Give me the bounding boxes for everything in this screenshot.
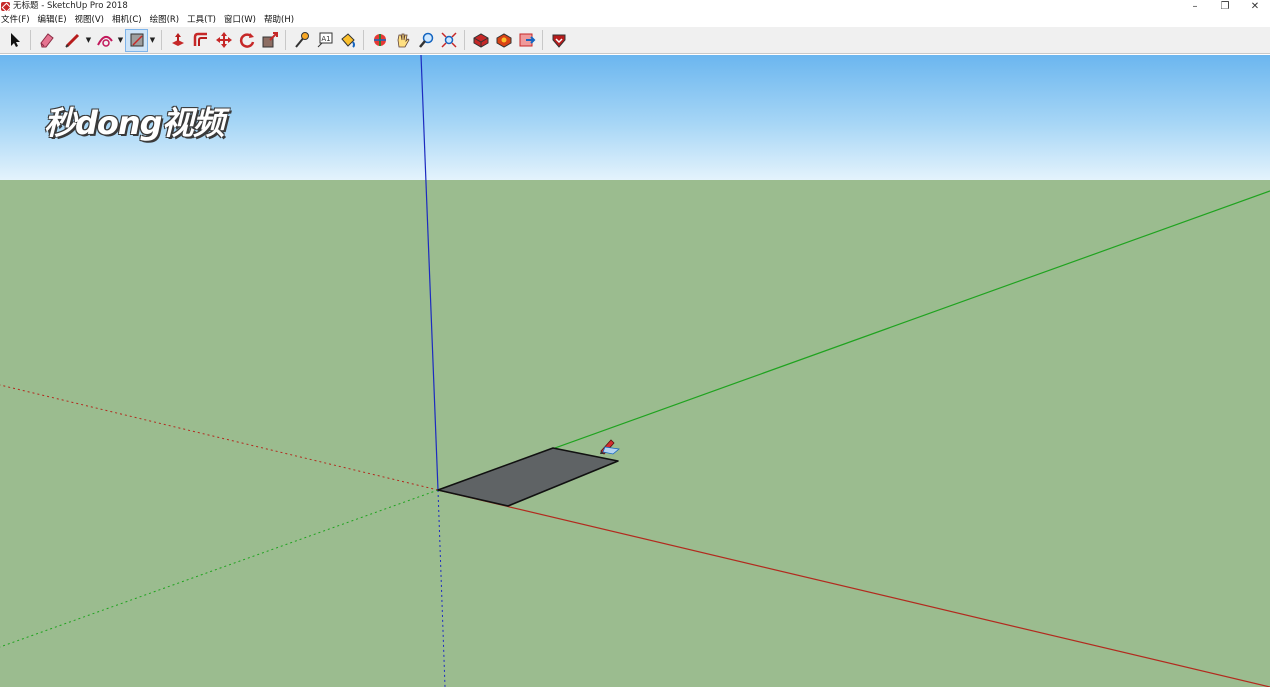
extension-warehouse-button[interactable] bbox=[492, 29, 515, 52]
title-bar: 无标题 - SketchUp Pro 2018 – ❐ ✕ bbox=[0, 0, 1270, 13]
tape-measure-tool-button[interactable] bbox=[290, 29, 313, 52]
close-button[interactable]: ✕ bbox=[1240, 0, 1270, 13]
scale-tool-icon bbox=[262, 32, 278, 48]
toolbar-separator bbox=[542, 30, 543, 50]
toolbar-separator bbox=[464, 30, 465, 50]
menu-bar: 文件(F) 编辑(E) 视图(V) 相机(C) 绘图(R) 工具(T) 窗口(W… bbox=[0, 13, 1270, 27]
window-title: 无标题 - SketchUp Pro 2018 bbox=[13, 1, 128, 11]
red-axis bbox=[437, 489, 1270, 687]
menu-file[interactable]: 文件(F) bbox=[0, 13, 34, 27]
watermark-logo: 秒dong视频 bbox=[44, 104, 225, 142]
toolbar-separator bbox=[161, 30, 162, 50]
offset-tool-button[interactable] bbox=[189, 29, 212, 52]
rectangle-face[interactable] bbox=[437, 447, 619, 507]
eraser-tool-icon bbox=[39, 33, 54, 48]
offset-tool-icon bbox=[193, 32, 207, 46]
push-pull-tool-icon bbox=[171, 33, 184, 46]
menu-draw[interactable]: 绘图(R) bbox=[146, 13, 184, 27]
3d-warehouse-icon bbox=[473, 33, 488, 48]
menu-camera[interactable]: 相机(C) bbox=[108, 13, 146, 27]
3d-warehouse-button[interactable] bbox=[469, 29, 492, 52]
text-tool-button[interactable]: A1 bbox=[313, 29, 336, 52]
toolbar-separator bbox=[30, 30, 31, 50]
pan-tool-button[interactable] bbox=[391, 29, 414, 52]
toolbar-separator bbox=[363, 30, 364, 50]
orbit-tool-button[interactable] bbox=[368, 29, 391, 52]
svg-text:A1: A1 bbox=[321, 35, 330, 43]
arc-tool-dropdown[interactable]: ▼ bbox=[116, 29, 125, 52]
window-controls: – ❐ ✕ bbox=[1180, 0, 1270, 13]
eraser-tool-button[interactable] bbox=[35, 29, 58, 52]
red-axis-negative bbox=[0, 384, 439, 491]
zoom-extents-tool-button[interactable] bbox=[437, 29, 460, 52]
extension-manager-icon bbox=[552, 34, 565, 48]
arc-tool-icon bbox=[96, 35, 113, 47]
layout-send-icon bbox=[519, 33, 535, 47]
select-tool-icon bbox=[10, 33, 20, 47]
extension-manager-button[interactable] bbox=[547, 29, 570, 52]
toolbar-separator bbox=[285, 30, 286, 50]
menu-tools[interactable]: 工具(T) bbox=[183, 13, 220, 27]
blue-axis bbox=[420, 55, 439, 491]
zoom-tool-button[interactable] bbox=[414, 29, 437, 52]
minimize-button[interactable]: – bbox=[1180, 0, 1210, 13]
restore-button[interactable]: ❐ bbox=[1210, 0, 1240, 13]
layout-send-button[interactable] bbox=[515, 29, 538, 52]
zoom-extents-tool-icon bbox=[440, 32, 457, 48]
menu-window[interactable]: 窗口(W) bbox=[220, 13, 260, 27]
zoom-tool-icon bbox=[418, 32, 433, 48]
green-axis-negative bbox=[0, 489, 439, 648]
rectangle-tool-icon bbox=[130, 33, 143, 47]
arc-tool-button[interactable] bbox=[93, 29, 116, 52]
menu-edit[interactable]: 编辑(E) bbox=[34, 13, 71, 27]
blue-axis-negative bbox=[437, 489, 446, 687]
rectangle-pencil-cursor-icon bbox=[600, 439, 620, 455]
main-toolbar: ▼ ▼ ▼ A1 bbox=[0, 27, 1270, 54]
move-tool-icon bbox=[215, 32, 232, 48]
line-tool-icon bbox=[64, 33, 79, 48]
rotate-tool-button[interactable] bbox=[235, 29, 258, 52]
model-scene bbox=[0, 55, 1270, 687]
green-axis bbox=[437, 190, 1270, 491]
menu-view[interactable]: 视图(V) bbox=[71, 13, 108, 27]
push-pull-tool-button[interactable] bbox=[166, 29, 189, 52]
move-tool-button[interactable] bbox=[212, 29, 235, 52]
extension-warehouse-icon bbox=[496, 33, 511, 48]
scale-tool-button[interactable] bbox=[258, 29, 281, 52]
orbit-tool-icon bbox=[373, 34, 386, 46]
line-tool-button[interactable] bbox=[61, 29, 84, 52]
paint-bucket-tool-button[interactable] bbox=[336, 29, 359, 52]
rotate-tool-icon bbox=[239, 33, 254, 48]
select-tool-button[interactable] bbox=[3, 29, 26, 52]
rectangle-tool-dropdown[interactable]: ▼ bbox=[148, 29, 157, 52]
sketchup-app-icon bbox=[1, 2, 10, 11]
tape-measure-tool-icon bbox=[294, 32, 309, 48]
line-tool-dropdown[interactable]: ▼ bbox=[84, 29, 93, 52]
paint-bucket-tool-icon bbox=[340, 33, 355, 48]
text-tool-icon: A1 bbox=[317, 32, 332, 48]
menu-help[interactable]: 帮助(H) bbox=[260, 13, 298, 27]
pan-tool-icon bbox=[397, 33, 409, 48]
modeling-viewport[interactable]: 秒dong视频 bbox=[0, 55, 1270, 687]
rectangle-tool-button[interactable] bbox=[125, 28, 148, 52]
